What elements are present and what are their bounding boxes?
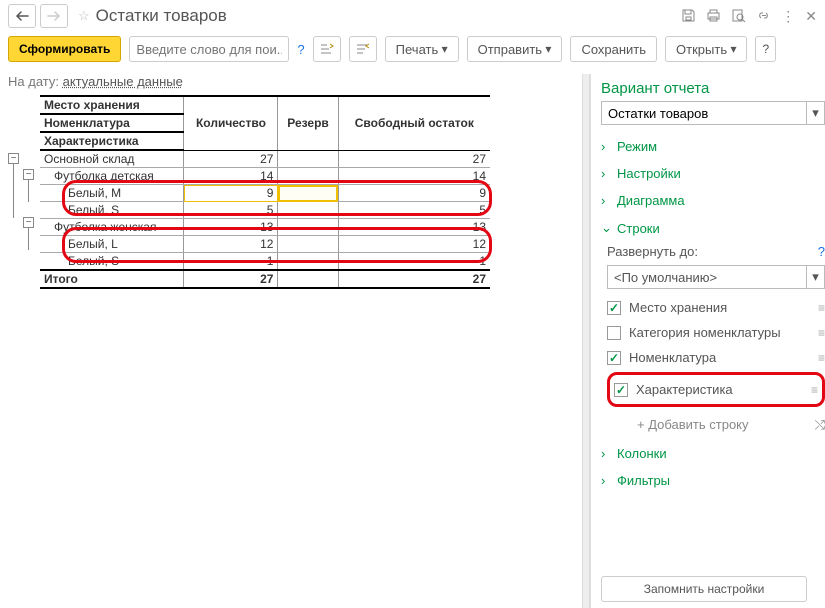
send-button[interactable]: Отправить ▾ (467, 36, 563, 62)
help-link[interactable]: ? (297, 42, 304, 57)
highlight-annotation: ✓Характеристика≡ (607, 372, 825, 407)
panel-title: Вариант отчета (601, 80, 825, 97)
table-row: Белый, M99 (40, 185, 490, 202)
expand-select[interactable] (607, 265, 807, 289)
table-row: Белый, S11 (40, 253, 490, 271)
search-input[interactable] (129, 36, 289, 62)
preview-icon[interactable] (731, 8, 746, 25)
checkbox[interactable]: ✓ (607, 301, 621, 315)
section-filters[interactable]: ›Фильтры (601, 467, 825, 494)
checkbox[interactable]: ✓ (607, 351, 621, 365)
scrollbar[interactable] (582, 74, 590, 608)
variant-input[interactable] (601, 101, 807, 125)
print-button[interactable]: Печать ▾ (385, 36, 459, 62)
check-row: ✓Номенклатура≡ (607, 345, 825, 370)
row-menu-icon[interactable]: ≡ (818, 326, 825, 340)
nav-forward-button[interactable] (40, 4, 68, 28)
shuffle-icon[interactable]: ⤭ (815, 417, 825, 433)
row-menu-icon[interactable]: ≡ (818, 301, 825, 315)
section-rows[interactable]: ⌄Строки (601, 214, 825, 242)
section-chart[interactable]: ›Диаграмма (601, 187, 825, 214)
row-menu-icon[interactable]: ≡ (818, 351, 825, 365)
expand-dropdown[interactable]: ▾ (807, 265, 825, 289)
expand-all-button[interactable] (313, 36, 341, 62)
section-columns[interactable]: ›Колонки (601, 440, 825, 467)
section-mode[interactable]: ›Режим (601, 133, 825, 160)
save-settings-button[interactable]: Запомнить настройки (601, 576, 807, 602)
tree-toggle[interactable]: − (23, 169, 34, 180)
print-icon[interactable] (706, 8, 721, 25)
table-total: Итого2727 (40, 270, 490, 288)
more-icon[interactable]: ⋮ (781, 8, 795, 25)
save-button[interactable]: Сохранить (570, 36, 657, 62)
date-value[interactable]: актуальные данные (63, 74, 183, 89)
check-row: Категория номенклатуры≡ (607, 320, 825, 345)
tree-toggle[interactable]: − (23, 217, 34, 228)
close-icon[interactable]: ✕ (805, 8, 817, 25)
nav-back-button[interactable] (8, 4, 36, 28)
add-row-button[interactable]: + Добавить строку⤭ (607, 409, 825, 440)
table-row: Основной склад2727 (40, 150, 490, 168)
date-label: На дату: (8, 74, 59, 89)
page-title: Остатки товаров (96, 6, 227, 26)
help-button[interactable]: ? (755, 36, 776, 62)
collapse-all-button[interactable] (349, 36, 377, 62)
check-row: ✓Место хранения≡ (607, 295, 825, 320)
expand-help[interactable]: ? (818, 244, 825, 259)
expand-label: Развернуть до: (607, 244, 818, 259)
check-row: ✓Характеристика≡ (614, 377, 818, 402)
row-menu-icon[interactable]: ≡ (811, 383, 818, 397)
favorite-star-icon[interactable]: ☆ (78, 8, 90, 24)
tree-toggle[interactable]: − (8, 153, 19, 164)
generate-button[interactable]: Сформировать (8, 36, 121, 62)
table-row: Белый, L1212 (40, 236, 490, 253)
variant-dropdown[interactable]: ▾ (807, 101, 825, 125)
section-settings[interactable]: ›Настройки (601, 160, 825, 187)
checkbox[interactable] (607, 326, 621, 340)
table-row: Футболка женская1313 (40, 219, 490, 236)
report-table: Место храненияКоличествоРезервСвободный … (40, 95, 490, 289)
open-button[interactable]: Открыть ▾ (665, 36, 747, 62)
link-icon[interactable] (756, 8, 771, 25)
table-row: Белый, S55 (40, 202, 490, 219)
table-row: Футболка детская1414 (40, 168, 490, 185)
checkbox[interactable]: ✓ (614, 383, 628, 397)
save-disk-icon[interactable] (681, 8, 696, 25)
